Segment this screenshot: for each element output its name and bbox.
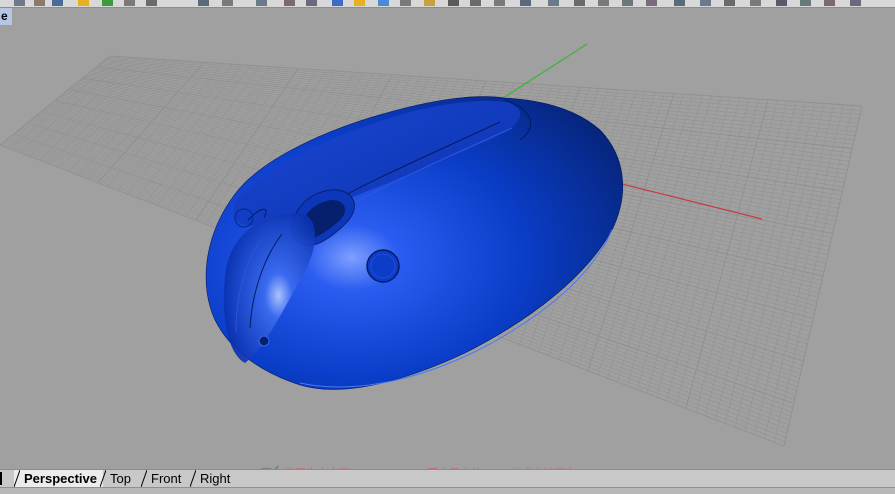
grid-line — [764, 104, 844, 439]
toolbar-icon[interactable] — [378, 0, 389, 6]
toolbar-icon[interactable] — [400, 0, 411, 6]
toolbar-icon[interactable] — [750, 0, 761, 6]
tab-separator — [14, 470, 20, 487]
toolbar-icon[interactable] — [646, 0, 657, 6]
toolbar-icon[interactable] — [354, 0, 365, 6]
toolbar-icon[interactable] — [52, 0, 63, 6]
viewport-tabs: Perspective Top Front Right — [0, 469, 895, 487]
toolbar-icon[interactable] — [850, 0, 861, 6]
perspective-viewport[interactable]: e — [0, 8, 895, 469]
tab-scroll-marker — [0, 472, 6, 485]
toolbar-icon[interactable] — [824, 0, 835, 6]
toolbar-icon[interactable] — [102, 0, 113, 6]
toolbar-icon[interactable] — [674, 0, 685, 6]
grid-line — [744, 103, 825, 432]
tab-separator — [100, 470, 106, 487]
toolbar-icon[interactable] — [724, 0, 735, 6]
tab-front[interactable]: Front — [141, 470, 187, 487]
grid-line — [734, 102, 816, 428]
toolbar-icon[interactable] — [800, 0, 811, 6]
y-axis-line — [499, 43, 588, 101]
toolbar-icon[interactable] — [78, 0, 89, 6]
viewport-title[interactable]: e — [0, 8, 12, 25]
toolbar-icon[interactable] — [548, 0, 559, 6]
viewport-canvas[interactable] — [0, 8, 895, 469]
tab-top[interactable]: Top — [100, 470, 137, 487]
toolbar-icon[interactable] — [494, 0, 505, 6]
top-toolbar — [0, 0, 895, 8]
grid-line — [675, 99, 759, 405]
tab-label: Perspective — [24, 471, 97, 486]
toolbar-icon[interactable] — [146, 0, 157, 6]
toolbar-icon[interactable] — [124, 0, 135, 6]
toolbar-icon[interactable] — [284, 0, 295, 6]
tab-label: Top — [110, 471, 131, 486]
toolbar-icon[interactable] — [470, 0, 481, 6]
toolbar-icon[interactable] — [598, 0, 609, 6]
toolbar-icon[interactable] — [700, 0, 711, 6]
grid-line — [695, 100, 778, 413]
tab-label: Right — [200, 471, 231, 486]
toolbar-icon[interactable] — [332, 0, 343, 6]
toolbar-icon[interactable] — [14, 0, 25, 6]
toolbar-icon[interactable] — [198, 0, 209, 6]
grid-line — [685, 99, 769, 409]
toolbar-icon[interactable] — [34, 0, 45, 6]
toolbar-icon[interactable] — [622, 0, 633, 6]
toolbar-icon[interactable] — [448, 0, 459, 6]
grid-line — [783, 105, 863, 447]
tab-label: Front — [151, 471, 182, 486]
grid-line — [705, 100, 788, 416]
grid-line — [715, 101, 797, 420]
toolbar-icon[interactable] — [222, 0, 233, 6]
toolbar-icon[interactable] — [574, 0, 585, 6]
grid-line — [773, 105, 853, 443]
tab-right[interactable]: Right — [190, 470, 236, 487]
toolbar-icon[interactable] — [306, 0, 317, 6]
tab-separator — [190, 470, 196, 487]
tab-perspective[interactable]: Perspective — [14, 470, 103, 487]
toolbar-icon[interactable] — [424, 0, 435, 6]
toolbar-icon[interactable] — [776, 0, 787, 6]
toolbar-icon[interactable] — [256, 0, 267, 6]
toolbar-icon[interactable] — [520, 0, 531, 6]
tab-separator — [141, 470, 147, 487]
grid-line — [724, 102, 806, 424]
